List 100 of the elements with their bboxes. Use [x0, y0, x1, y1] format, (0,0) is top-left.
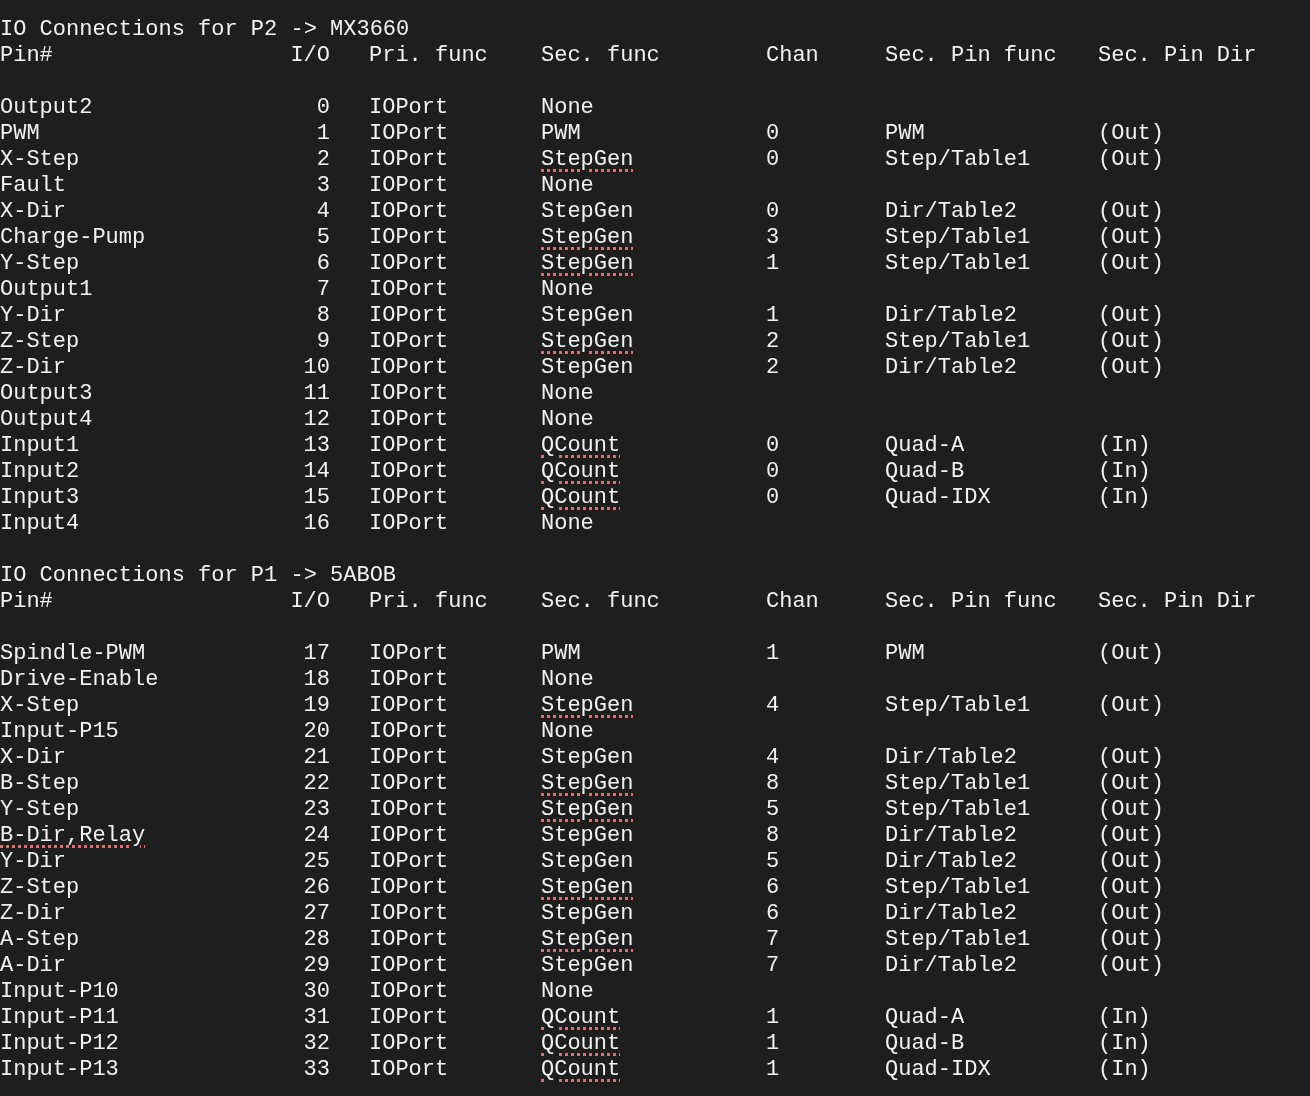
table-cell: Y-Step	[0, 251, 80, 276]
table-cell: StepGen	[541, 745, 634, 770]
table-cell: StepGen	[541, 927, 634, 952]
table-cell: (Out)	[1098, 641, 1164, 666]
table-cell: (Out)	[1098, 953, 1164, 978]
table-cell: 1	[766, 303, 780, 328]
table-cell: StepGen	[541, 849, 634, 874]
table-cell: IOPort	[369, 667, 449, 692]
table-cell: None	[541, 511, 594, 536]
table-cell: PWM	[885, 121, 925, 146]
table-cell: (In)	[1098, 433, 1151, 458]
table-cell: (Out)	[1098, 745, 1164, 770]
table-cell: (In)	[1098, 485, 1151, 510]
table-cell: QCount	[541, 1057, 621, 1082]
table-cell: X-Dir	[0, 745, 66, 770]
table-cell: A-Step	[0, 927, 80, 952]
table-cell: None	[541, 719, 594, 744]
column-header: Pri. func	[368, 589, 489, 615]
column-header: I/O	[290, 589, 330, 615]
column-header: Sec. Pin Dir	[1098, 43, 1258, 69]
table-cell: 0	[766, 147, 780, 172]
table-cell: None	[541, 277, 594, 302]
table-cell: IOPort	[369, 433, 449, 458]
table-cell: None	[541, 407, 594, 432]
table-cell: Dir/Table2	[885, 901, 1018, 926]
table-cell: Dir/Table2	[885, 745, 1018, 770]
table-cell: Quad-IDX	[885, 485, 991, 510]
table-cell: IOPort	[369, 1031, 449, 1056]
table-cell: 10	[303, 355, 330, 380]
table-cell: Quad-A	[885, 433, 965, 458]
table-cell: 28	[303, 927, 330, 952]
table-cell: 8	[766, 771, 780, 796]
column-header: Sec. func	[541, 589, 661, 615]
table-cell: 0	[766, 121, 780, 146]
table-cell: (Out)	[1098, 303, 1164, 328]
table-cell: Y-Dir	[0, 303, 66, 328]
table-cell: None	[541, 667, 594, 692]
table-cell: 7	[316, 277, 330, 302]
table-cell: Output1	[0, 277, 93, 302]
table-cell: A-Dir	[0, 953, 66, 978]
table-cell: IOPort	[369, 901, 449, 926]
table-cell: 0	[766, 459, 780, 484]
table-cell: None	[541, 95, 594, 120]
table-cell: 6	[316, 251, 330, 276]
table-cell: (Out)	[1098, 693, 1164, 718]
column-header: Sec. Pin Dir	[1098, 589, 1258, 615]
column-header: Chan	[766, 589, 820, 615]
table-cell: Charge-Pump	[0, 225, 146, 250]
table-cell: Dir/Table2	[885, 355, 1018, 380]
table-cell: 27	[303, 901, 330, 926]
table-cell: (In)	[1098, 1057, 1151, 1082]
column-header: Sec. Pin func	[885, 589, 1058, 615]
table-cell: 21	[303, 745, 330, 770]
table-cell: (In)	[1098, 1031, 1151, 1056]
table-cell: Spindle-PWM	[0, 641, 146, 666]
table-cell: 0	[766, 199, 780, 224]
table-cell: Step/Table1	[885, 225, 1031, 250]
table-cell: None	[541, 381, 594, 406]
table-cell: 6	[766, 875, 780, 900]
table-cell: 31	[303, 1005, 330, 1030]
column-header: Sec. Pin func	[885, 43, 1058, 69]
table-cell: (Out)	[1098, 121, 1164, 146]
table-cell: IOPort	[369, 121, 449, 146]
table-cell: Output3	[0, 381, 93, 406]
table-cell: PWM	[885, 641, 925, 666]
table-cell: (Out)	[1098, 823, 1164, 848]
column-header: Sec. func	[541, 43, 661, 69]
table-cell: 20	[303, 719, 330, 744]
table-cell: (Out)	[1098, 199, 1164, 224]
section-title: IO Connections for P2 -> MX3660	[0, 17, 411, 43]
table-cell: Input-P15	[0, 719, 119, 744]
table-cell: (Out)	[1098, 329, 1164, 354]
table-cell: Y-Step	[0, 797, 80, 822]
table-cell: 9	[316, 329, 330, 354]
table-cell: StepGen	[541, 199, 634, 224]
table-cell: (In)	[1098, 1005, 1151, 1030]
table-cell: IOPort	[369, 225, 449, 250]
table-cell: StepGen	[541, 901, 634, 926]
table-cell: Step/Table1	[885, 251, 1031, 276]
table-cell: StepGen	[541, 771, 634, 796]
table-cell: 1	[766, 1057, 780, 1082]
table-cell: B-Dir,Relay	[0, 823, 146, 848]
table-cell: IOPort	[369, 875, 449, 900]
table-cell: 23	[303, 797, 330, 822]
table-cell: Dir/Table2	[885, 849, 1018, 874]
table-cell: Dir/Table2	[885, 823, 1018, 848]
table-cell: StepGen	[541, 875, 634, 900]
table-cell: Quad-A	[885, 1005, 965, 1030]
table-cell: 1	[316, 121, 330, 146]
table-cell: Input4	[0, 511, 80, 536]
table-cell: Step/Table1	[885, 771, 1031, 796]
table-cell: StepGen	[541, 355, 634, 380]
table-cell: IOPort	[369, 459, 449, 484]
table-cell: IOPort	[369, 719, 449, 744]
table-cell: (Out)	[1098, 901, 1164, 926]
table-cell: Quad-IDX	[885, 1057, 991, 1082]
table-cell: IOPort	[369, 693, 449, 718]
table-cell: IOPort	[369, 303, 449, 328]
table-cell: Step/Table1	[885, 329, 1031, 354]
table-cell: Input-P13	[0, 1057, 119, 1082]
